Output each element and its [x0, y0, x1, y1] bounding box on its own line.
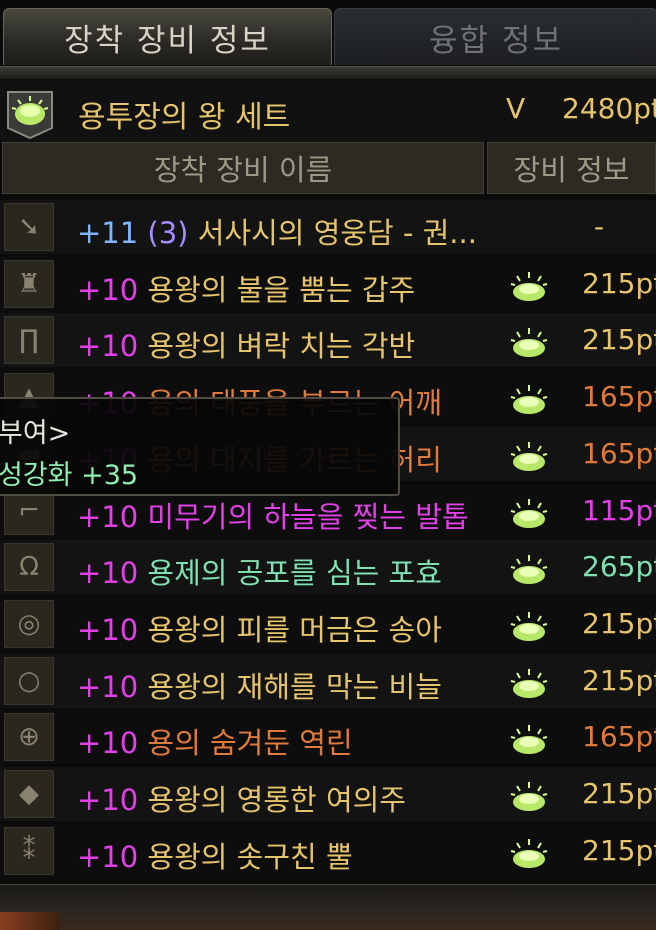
- item-name: 용의 숨겨둔 역린: [147, 726, 353, 760]
- item-tier: (3): [147, 216, 189, 250]
- earring-icon: ⁑: [4, 827, 54, 875]
- footer-decoration: [0, 912, 60, 930]
- tab-fusion-info[interactable]: 융합 정보: [334, 8, 656, 65]
- set-points: 2480pt: [562, 92, 656, 125]
- magicstone-icon: ◆: [4, 770, 54, 818]
- item-points: 215pt: [582, 323, 656, 356]
- item-points: 215pt: [582, 664, 656, 697]
- gem-icon: [508, 667, 550, 699]
- item-name: 서사시의 영웅담 - 권...: [197, 216, 477, 250]
- tab-divider: [0, 66, 656, 79]
- item-label: +10 용왕의 불을 뿜는 갑주: [77, 267, 415, 309]
- tooltip-line-2: 성강화 +35: [0, 460, 139, 491]
- ring-icon: ○: [4, 657, 54, 705]
- gem-icon: [508, 270, 550, 302]
- enhance-level: +10: [77, 670, 139, 704]
- item-points: 115pt: [582, 494, 656, 527]
- equipment-row[interactable]: ◆ +10 용왕의 영롱한 여의주 215pt: [0, 767, 656, 821]
- item-points: -: [594, 210, 605, 243]
- gem-icon: [508, 326, 550, 358]
- item-label: +11 (3) 서사시의 영웅담 - 권...: [77, 210, 477, 252]
- item-name: 용왕의 솟구친 뿔: [147, 840, 353, 874]
- item-name: 용왕의 불을 뿜는 갑주: [147, 273, 416, 307]
- item-points: 215pt: [582, 267, 656, 300]
- header-item-info: 장비 정보: [487, 142, 656, 194]
- item-points: 215pt: [582, 777, 656, 810]
- enhance-level: +10: [77, 500, 139, 534]
- equipment-row[interactable]: ➘ +11 (3) 서사시의 영웅담 - 권... -: [0, 200, 656, 254]
- enhance-level: +10: [77, 329, 139, 363]
- enhance-level: +11: [77, 216, 139, 250]
- gem-icon: [508, 440, 550, 472]
- weapon-icon: ➘: [4, 203, 54, 251]
- item-points: 165pt: [582, 720, 656, 753]
- item-name: 용왕의 피를 머금은 송아: [147, 613, 442, 647]
- table-header: 장착 장비 이름 장비 정보: [0, 142, 656, 196]
- item-label: +10 용왕의 솟구친 뿔: [77, 834, 353, 876]
- tooltip-line-1: 부여>: [0, 418, 71, 449]
- gem-icon: [508, 553, 550, 585]
- gem-icon: [508, 837, 550, 869]
- equipment-row[interactable]: ◎ +10 용왕의 피를 머금은 송아 215pt: [0, 597, 656, 651]
- equipment-row[interactable]: Ω +10 용제의 공포를 심는 포효 265pt: [0, 540, 656, 594]
- enhance-level: +10: [77, 783, 139, 817]
- enhance-level: +10: [77, 273, 139, 307]
- pants-icon: ∏: [4, 316, 54, 364]
- item-name: 용왕의 영롱한 여의주: [147, 783, 406, 817]
- equipment-row[interactable]: ○ +10 용왕의 재해를 막는 비늘 215pt: [0, 654, 656, 708]
- equipment-row[interactable]: ♜ +10 용왕의 불을 뿜는 갑주 215pt: [0, 257, 656, 311]
- item-label: +10 용제의 공포를 심는 포효: [77, 550, 442, 592]
- item-points: 215pt: [582, 834, 656, 867]
- equipment-row[interactable]: ⁑ +10 용왕의 솟구친 뿔 215pt: [0, 824, 656, 878]
- footer-bar: [0, 884, 656, 930]
- bracelet-icon: ◎: [4, 600, 54, 648]
- enhance-level: +10: [77, 840, 139, 874]
- item-label: +10 용왕의 재해를 막는 비늘: [77, 664, 442, 706]
- enhance-level: +10: [77, 556, 139, 590]
- gem-icon: [508, 383, 550, 415]
- item-label: +10 용왕의 영롱한 여의주: [77, 777, 406, 819]
- gem-icon: [508, 723, 550, 755]
- set-row[interactable]: 용투장의 왕 세트 V 2480pt: [0, 80, 656, 142]
- tab-equipped-info[interactable]: 장착 장비 정보: [3, 8, 332, 65]
- item-name: 용왕의 벼락 치는 각반: [147, 329, 416, 363]
- armor-icon: ♜: [4, 260, 54, 308]
- set-grade: V: [506, 92, 526, 125]
- item-points: 165pt: [582, 380, 656, 413]
- item-name: 용왕의 재해를 막는 비늘: [147, 670, 442, 704]
- item-name: 용제의 공포를 심는 포효: [147, 556, 442, 590]
- necklace-icon: Ω: [4, 543, 54, 591]
- item-label: +10 미무기의 하늘을 찢는 발톱: [77, 494, 469, 536]
- header-item-name: 장착 장비 이름: [2, 142, 484, 194]
- support-icon: ⊕: [4, 713, 54, 761]
- equipment-row[interactable]: ∏ +10 용왕의 벼락 치는 각반 215pt: [0, 313, 656, 367]
- set-gem-icon: [4, 84, 56, 140]
- item-label: +10 용왕의 벼락 치는 각반: [77, 323, 415, 365]
- equipment-row[interactable]: ⊕ +10 용의 숨겨둔 역린 165pt: [0, 710, 656, 764]
- enhance-level: +10: [77, 726, 139, 760]
- item-points: 165pt: [582, 437, 656, 470]
- tab-bar: 장착 장비 정보 융합 정보: [0, 0, 656, 66]
- item-label: +10 용왕의 피를 머금은 송아: [77, 607, 442, 649]
- item-label: +10 용의 숨겨둔 역린: [77, 720, 353, 762]
- gem-icon: [508, 497, 550, 529]
- tooltip: 부여> 성강화 +35: [0, 397, 400, 496]
- item-points: 265pt: [582, 550, 656, 583]
- gem-icon: [508, 610, 550, 642]
- item-points: 215pt: [582, 607, 656, 640]
- set-name: 용투장의 왕 세트: [78, 100, 291, 135]
- enhance-level: +10: [77, 613, 139, 647]
- item-name: 미무기의 하늘을 찢는 발톱: [147, 500, 469, 534]
- gem-icon: [508, 780, 550, 812]
